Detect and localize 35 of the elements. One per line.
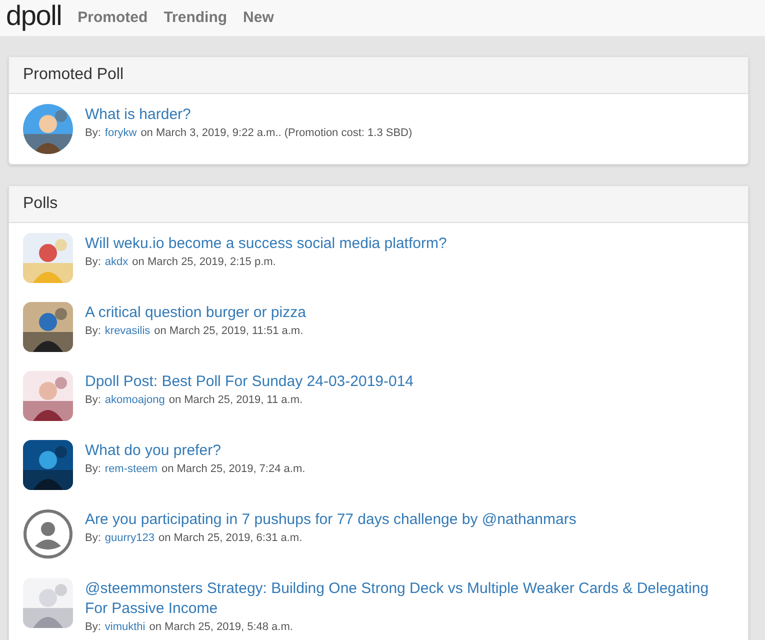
by-label: By: <box>85 126 101 141</box>
author-link[interactable]: rem-steem <box>104 461 158 477</box>
author-link[interactable]: guurry123 <box>104 530 154 546</box>
default-avatar-icon <box>23 509 73 559</box>
author-link[interactable]: vimukthi <box>104 619 146 635</box>
poll-title-link[interactable]: A critical question burger or pizza <box>85 303 306 323</box>
post-info: on March 25, 2019, 11 a.m. <box>168 393 303 408</box>
poll-title-link[interactable]: Are you participating in 7 pushups for 77 days challenge by @nathanmars <box>85 510 576 530</box>
poll-title-link[interactable]: Will weku.io become a success social media platform? <box>85 234 447 254</box>
post-info: on March 25, 2019, 2:15 p.m. <box>132 255 276 270</box>
by-label: By: <box>85 255 101 270</box>
by-label: By: <box>85 620 101 635</box>
post-info: on March 25, 2019, 6:31 a.m. <box>158 531 302 546</box>
nav-link[interactable]: Trending <box>164 6 228 30</box>
post-info: on March 25, 2019, 5:48 a.m. <box>149 620 293 635</box>
by-label: By: <box>85 393 101 408</box>
logo[interactable]: dpoll <box>6 2 62 30</box>
post-info: on March 25, 2019, 7:24 a.m. <box>161 462 306 477</box>
post-info: on March 25, 2019, 11:51 a.m. <box>154 324 304 339</box>
poll-title-link[interactable]: What do you prefer? <box>85 441 306 461</box>
panel-title: Polls <box>23 194 58 214</box>
poll-title-link[interactable]: @steemmonsters Strategy: Building One Strong Deck vs Multiple Weaker Cards & Delegating For Passive Income <box>85 579 734 619</box>
post-info: on March 3, 2019, 9:22 a.m.. (Promotion cost: 1.3 SBD) <box>140 126 412 141</box>
author-link[interactable]: akomoajong <box>104 392 165 408</box>
by-label: By: <box>85 324 101 339</box>
author-link[interactable]: krevasilis <box>104 323 150 339</box>
nav-link[interactable]: Promoted <box>78 6 148 30</box>
nav-link[interactable]: New <box>243 6 274 30</box>
by-label: By: <box>85 462 101 477</box>
author-link[interactable]: akdx <box>104 254 128 270</box>
by-label: By: <box>85 531 101 546</box>
author-link[interactable]: forykw <box>104 125 137 141</box>
panel-title: Promoted Poll <box>23 65 124 85</box>
poll-title-link[interactable]: What is harder? <box>85 105 412 125</box>
poll-title-link[interactable]: Dpoll Post: Best Poll For Sunday 24-03-2019-014 <box>85 372 414 392</box>
